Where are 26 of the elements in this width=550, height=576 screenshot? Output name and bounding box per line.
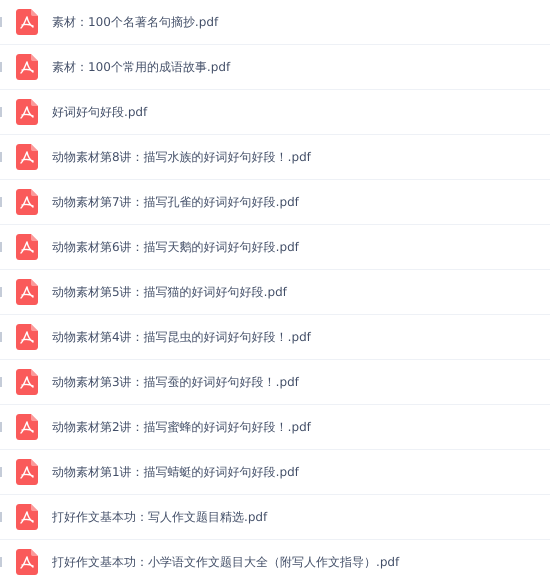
pdf-file-icon [16,99,38,125]
file-name[interactable]: 动物素材第6讲：描写天鹅的好词好句好段.pdf [52,238,299,256]
pdf-file-icon [16,54,38,80]
file-name[interactable]: 动物素材第7讲：描写孔雀的好词好句好段.pdf [52,194,299,210]
pdf-file-icon [16,279,38,305]
pdf-file-icon [16,414,38,440]
file-name[interactable]: 好词好句好段.pdf [52,104,148,120]
file-name[interactable]: 动物素材第1讲：描写蜻蜓的好词好句好段.pdf [52,464,299,480]
pdf-file-icon [16,9,38,35]
file-name[interactable]: 动物素材第4讲：描写昆虫的好词好句好段！.pdf [52,328,311,346]
pdf-file-icon [16,549,38,575]
pdf-file-icon [16,189,38,215]
pdf-file-icon [16,459,38,485]
file-name[interactable]: 动物素材第3讲：描写蚕的好词好句好段！.pdf [52,374,299,390]
file-name[interactable]: 打好作文基本功：写人作文题目精选.pdf [52,508,268,526]
file-name[interactable]: 打好作文基本功：小学语文作文题目大全（附写人作文指导）.pdf [52,554,400,570]
pdf-file-icon [16,144,38,170]
file-name[interactable]: 动物素材第8讲：描写水族的好词好句好段！.pdf [52,148,311,166]
file-name[interactable]: 素材：100个常用的成语故事.pdf [52,58,230,76]
pdf-file-icon [16,369,38,395]
file-name[interactable]: 动物素材第5讲：描写猫的好词好句好段.pdf [52,284,287,300]
file-name[interactable]: 素材：100个名著名句摘抄.pdf [52,14,218,30]
pdf-file-icon [16,504,38,530]
pdf-file-icon [16,234,38,260]
pdf-file-icon [16,324,38,350]
file-name[interactable]: 动物素材第2讲：描写蜜蜂的好词好句好段！.pdf [52,418,311,436]
